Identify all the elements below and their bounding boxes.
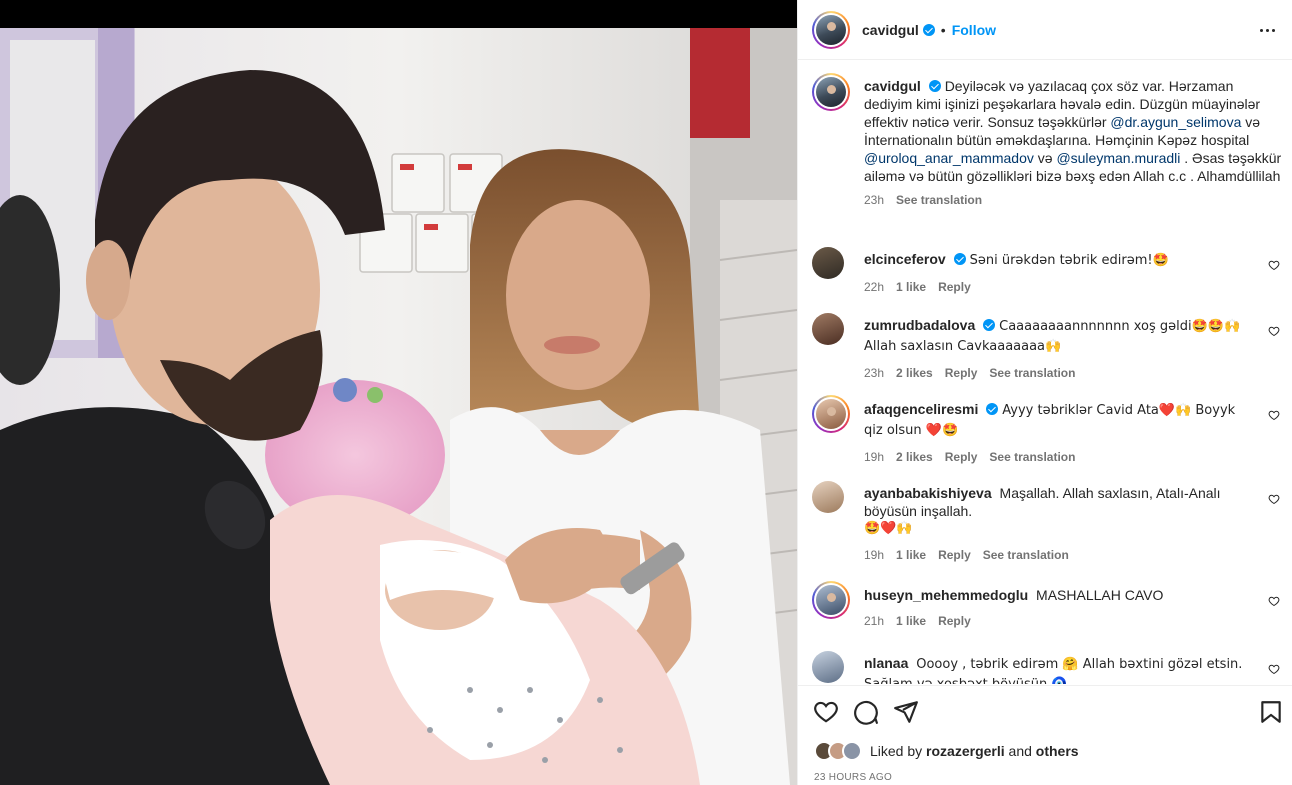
reply-button[interactable]: Reply: [938, 612, 971, 630]
verified-badge-icon: [986, 403, 999, 415]
post-timestamp[interactable]: 23 HOURS AGO: [814, 772, 892, 783]
liked-others-link[interactable]: others: [1036, 743, 1079, 759]
heart-outline-icon[interactable]: [813, 699, 839, 725]
commenter-avatar[interactable]: [812, 581, 850, 619]
mention-link[interactable]: @uroloq_anar_mammadov: [864, 150, 1034, 166]
bookmark-icon[interactable]: [1258, 699, 1284, 725]
comment-like-icon[interactable]: [1268, 409, 1280, 421]
comment-body: zumrudbadalova Caaaaaaaannnnnnn xoş gəld…: [864, 316, 1256, 382]
caption-time: 23h: [864, 193, 885, 207]
mention-link[interactable]: @dr.aygun_selimova: [1110, 114, 1241, 130]
caption-text-3: və: [1033, 150, 1057, 166]
comment-text: Səni ürəkdən təbrik edirəm!🤩: [969, 253, 1169, 268]
comment-meta: 21h 1 like Reply: [864, 612, 1256, 630]
comment-likes[interactable]: 2 likes: [896, 448, 933, 466]
verified-badge-icon: [983, 319, 996, 331]
comment-likes[interactable]: 1 like: [896, 278, 926, 296]
commenter-username[interactable]: nlanaa: [864, 655, 908, 671]
commenter-username[interactable]: afaqgenceliresmi: [864, 401, 978, 417]
caption-meta: 23h See translation: [864, 191, 1282, 209]
comment-time: 23h: [864, 366, 885, 380]
caption-avatar[interactable]: [812, 73, 850, 111]
reply-button[interactable]: Reply: [945, 448, 978, 466]
comment-meta: 23h 2 likes Reply See translation: [864, 364, 1256, 382]
commenter-avatar[interactable]: [812, 481, 844, 513]
reply-button[interactable]: Reply: [945, 364, 978, 382]
author-username[interactable]: cavidgul: [862, 22, 919, 38]
commenter-username[interactable]: zumrudbadalova: [864, 317, 975, 333]
commenter-username[interactable]: huseyn_mehemmedoglu: [864, 587, 1028, 603]
verified-badge-icon: [922, 23, 935, 36]
reply-button[interactable]: Reply: [938, 546, 971, 564]
comment-time: 21h: [864, 614, 885, 628]
see-translation-button[interactable]: See translation: [989, 448, 1075, 466]
post-actions: Liked by rozazergerli and others 23 HOUR…: [798, 685, 1292, 785]
comment-body: elcinceferov Səni ürəkdən təbrik edirəm!…: [864, 250, 1256, 296]
liked-prefix: Liked by: [870, 743, 923, 759]
comment-text: Ooooy , təbrik edirəm 🤗 Allah bəxtini gö…: [864, 657, 1243, 684]
see-translation-button[interactable]: See translation: [983, 546, 1069, 564]
liker-avatar: [842, 741, 862, 761]
comment-bubble-icon[interactable]: [853, 699, 879, 725]
comment-meta: 19h 2 likes Reply See translation: [864, 448, 1256, 466]
post-side-panel: cavidgul • Follow cavidgul Deyiləcək və …: [797, 0, 1292, 785]
follow-button[interactable]: Follow: [952, 22, 996, 38]
liked-by-row: Liked by rozazergerli and others: [814, 741, 1079, 761]
comment-text-line2: 🤩❤️🙌: [864, 521, 913, 536]
reply-button[interactable]: Reply: [938, 278, 971, 296]
comment-meta: 19h 1 like Reply See translation: [864, 546, 1256, 564]
comment-time: 19h: [864, 548, 885, 562]
caption-body: cavidgul Deyiləcək və yazılacaq çox söz …: [864, 77, 1282, 209]
comment-body: huseyn_mehemmedoglu MASHALLAH CAVO 21h 1…: [864, 586, 1256, 630]
author-avatar[interactable]: [812, 10, 850, 49]
comment-time: 19h: [864, 450, 885, 464]
commenter-username[interactable]: ayanbabakishiyeva: [864, 485, 992, 501]
commenter-avatar[interactable]: [812, 395, 850, 433]
commenter-username[interactable]: elcinceferov: [864, 251, 946, 267]
comment-likes[interactable]: 1 like: [896, 546, 926, 564]
caption-username[interactable]: cavidgul: [864, 78, 921, 94]
commenter-avatar[interactable]: [812, 247, 844, 279]
comment-like-icon[interactable]: [1268, 663, 1280, 675]
commenter-avatar[interactable]: [812, 651, 844, 683]
comment-like-icon[interactable]: [1268, 595, 1280, 607]
paper-plane-icon[interactable]: [893, 699, 919, 725]
comment-like-icon[interactable]: [1268, 259, 1280, 271]
liked-user-link[interactable]: rozazergerli: [926, 743, 1005, 759]
commenter-avatar[interactable]: [812, 313, 844, 345]
post-header: cavidgul • Follow: [798, 0, 1292, 60]
comment-body: ayanbabakishiyeva Maşallah. Allah saxlas…: [864, 484, 1256, 564]
verified-badge-icon: [928, 80, 941, 92]
comment-likes[interactable]: 2 likes: [896, 364, 933, 382]
comment-like-icon[interactable]: [1268, 325, 1280, 337]
more-options-icon[interactable]: [1255, 21, 1279, 39]
comment-meta: 22h 1 like Reply: [864, 278, 1256, 296]
comment-time: 22h: [864, 280, 885, 294]
liked-by-text: Liked by rozazergerli and others: [870, 743, 1079, 759]
comment-body: afaqgenceliresmi Ayyy təbriklər Cavid At…: [864, 400, 1256, 466]
liked-and: and: [1008, 743, 1032, 759]
comment-text: MASHALLAH CAVO: [1036, 587, 1164, 603]
separator-dot: •: [940, 21, 946, 38]
post-image: [0, 0, 797, 785]
comment-like-icon[interactable]: [1268, 493, 1280, 505]
verified-badge-icon: [953, 253, 966, 265]
comments-list[interactable]: cavidgul Deyiləcək və yazılacaq çox söz …: [798, 61, 1292, 684]
mention-link[interactable]: @suleyman.muradli: [1056, 150, 1180, 166]
comment-body: nlanaa Ooooy , təbrik edirəm 🤗 Allah bəx…: [864, 654, 1256, 684]
see-translation-button[interactable]: See translation: [989, 364, 1075, 382]
post-photo[interactable]: [0, 0, 797, 785]
comment-likes[interactable]: 1 like: [896, 612, 926, 630]
see-translation-button[interactable]: See translation: [896, 191, 982, 209]
